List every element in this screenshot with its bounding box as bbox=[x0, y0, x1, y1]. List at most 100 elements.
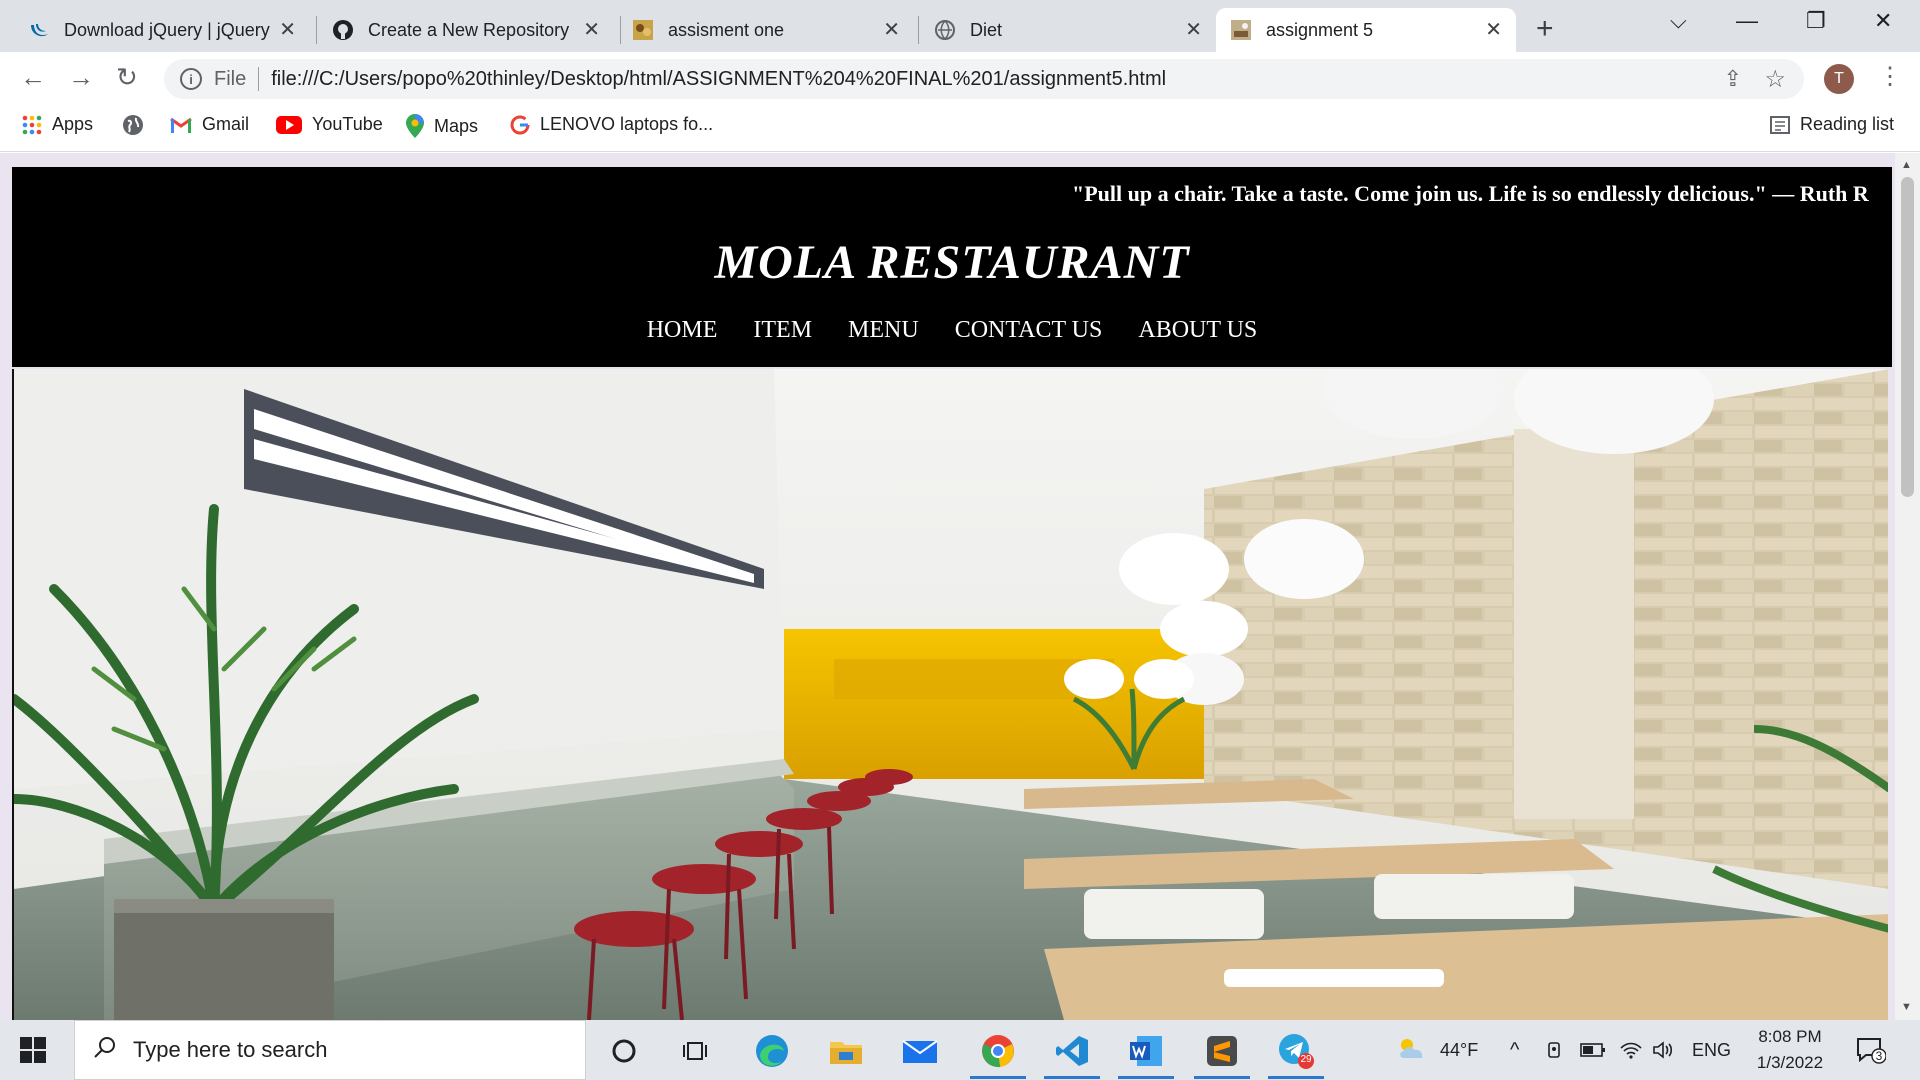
scroll-up-icon[interactable]: ▲ bbox=[1901, 159, 1912, 171]
reload-button[interactable]: ↻ bbox=[116, 62, 138, 93]
site-header: "Pull up a chair. Take a taste. Come joi… bbox=[12, 167, 1892, 367]
back-button[interactable]: ← bbox=[20, 62, 46, 93]
jquery-icon bbox=[28, 19, 50, 41]
edge-icon[interactable] bbox=[752, 1032, 792, 1070]
browser-menu-icon[interactable]: ⋮ bbox=[1878, 62, 1902, 91]
tab-title: assignment 5 bbox=[1266, 19, 1374, 40]
search-icon bbox=[93, 1035, 117, 1065]
profile-avatar[interactable]: T bbox=[1824, 64, 1854, 94]
weather-widget[interactable]: 44°F bbox=[1396, 1020, 1478, 1080]
browser-tab-strip: Download jQuery | jQuery ✕ Create a New … bbox=[0, 0, 1920, 52]
restore-button[interactable]: ❐ bbox=[1806, 8, 1826, 34]
nav-about-us[interactable]: ABOUT US bbox=[1138, 317, 1257, 344]
scrollbar-thumb[interactable] bbox=[1901, 177, 1914, 497]
close-icon[interactable]: ✕ bbox=[583, 19, 600, 41]
active-app-indicator bbox=[1044, 1076, 1100, 1079]
nav-item[interactable]: ITEM bbox=[753, 317, 812, 344]
close-icon[interactable]: ✕ bbox=[1185, 19, 1202, 41]
tab-thumbnail-icon bbox=[632, 19, 654, 41]
mail-icon[interactable] bbox=[900, 1032, 940, 1070]
active-app-indicator bbox=[1118, 1076, 1174, 1079]
share-icon[interactable]: ⇪ bbox=[1724, 66, 1742, 92]
close-icon[interactable]: ✕ bbox=[883, 19, 900, 41]
wifi-icon[interactable] bbox=[1620, 1020, 1642, 1080]
input-language[interactable]: ENG bbox=[1692, 1020, 1731, 1080]
tab-separator bbox=[918, 16, 919, 44]
close-icon[interactable]: ✕ bbox=[279, 19, 296, 41]
volume-icon[interactable] bbox=[1652, 1020, 1674, 1080]
tab-title: Create a New Repository bbox=[368, 19, 570, 40]
tab-assisment-one[interactable]: assisment one ✕ bbox=[618, 8, 914, 52]
new-tab-button[interactable]: + bbox=[1536, 12, 1554, 46]
close-window-button[interactable]: ✕ bbox=[1874, 8, 1892, 34]
sublime-icon[interactable] bbox=[1202, 1032, 1242, 1070]
task-view-icon[interactable] bbox=[676, 1032, 716, 1070]
bookmark-star-icon[interactable]: ☆ bbox=[1764, 65, 1786, 94]
battery-icon[interactable] bbox=[1580, 1020, 1606, 1080]
youtube-icon bbox=[276, 115, 302, 134]
bookmark-apps[interactable]: Apps bbox=[22, 114, 93, 135]
page-scrollbar[interactable]: ▲ ▼ bbox=[1895, 153, 1920, 1020]
bookmark-label: Apps bbox=[52, 114, 94, 134]
telegram-icon[interactable]: 29 bbox=[1276, 1032, 1316, 1070]
google-icon bbox=[510, 114, 530, 135]
notification-count: 3 bbox=[1875, 1049, 1883, 1063]
page-viewport: "Pull up a chair. Take a taste. Come joi… bbox=[0, 153, 1920, 1020]
browser-toolbar: ← → ↻ i File file:///C:/Users/popo%20thi… bbox=[0, 52, 1920, 104]
globe-icon bbox=[934, 19, 956, 41]
nav-home[interactable]: HOME bbox=[647, 317, 718, 344]
site-info-icon[interactable]: i bbox=[180, 68, 202, 90]
bookmark-label: Gmail bbox=[202, 114, 250, 134]
nav-contact-us[interactable]: CONTACT US bbox=[955, 317, 1103, 344]
forward-button[interactable]: → bbox=[68, 62, 94, 93]
tab-github[interactable]: Create a New Repository ✕ bbox=[318, 8, 614, 52]
apps-grid-icon bbox=[22, 115, 42, 135]
bookmark-label: Maps bbox=[434, 115, 479, 136]
vscode-icon[interactable] bbox=[1052, 1032, 1092, 1070]
address-scheme: File bbox=[214, 67, 247, 90]
chrome-icon[interactable] bbox=[978, 1032, 1018, 1070]
hero-image bbox=[12, 369, 1888, 1020]
nav-menu[interactable]: MENU bbox=[848, 317, 919, 344]
address-divider bbox=[258, 67, 260, 91]
tab-jquery[interactable]: Download jQuery | jQuery ✕ bbox=[14, 8, 310, 52]
reading-list-button[interactable]: Reading list bbox=[1770, 114, 1894, 135]
tab-thumbnail-icon bbox=[1230, 19, 1252, 41]
windows-taskbar: Type here to search 29 44°F ^ ENG 8:08 P… bbox=[0, 1020, 1920, 1080]
word-icon[interactable] bbox=[1126, 1032, 1166, 1070]
address-url[interactable]: file:///C:/Users/popo%20thinley/Desktop/… bbox=[271, 68, 1166, 91]
tab-diet[interactable]: Diet ✕ bbox=[920, 8, 1216, 52]
globe-icon bbox=[122, 114, 144, 136]
reading-list-icon bbox=[1770, 115, 1790, 135]
address-bar[interactable]: i File file:///C:/Users/popo%20thinley/D… bbox=[164, 59, 1804, 99]
tab-title: Diet bbox=[970, 19, 1003, 40]
tab-separator bbox=[316, 16, 317, 44]
close-icon[interactable]: ✕ bbox=[1485, 19, 1502, 41]
scroll-down-icon[interactable]: ▼ bbox=[1901, 1001, 1912, 1013]
active-app-indicator bbox=[970, 1076, 1026, 1079]
file-explorer-icon[interactable] bbox=[826, 1032, 866, 1070]
tray-chevron-icon[interactable]: ^ bbox=[1510, 1020, 1519, 1080]
windows-start-icon[interactable] bbox=[20, 1037, 46, 1068]
system-clock[interactable]: 8:08 PM 1/3/2022 bbox=[1740, 1024, 1840, 1076]
minimize-button[interactable]: — bbox=[1736, 8, 1758, 34]
bookmark-youtube[interactable]: YouTube bbox=[276, 114, 383, 135]
tab-search-chevron-icon[interactable]: ⌵ bbox=[1670, 8, 1687, 34]
weather-temp: 44°F bbox=[1440, 1039, 1479, 1060]
bookmark-maps[interactable]: Maps bbox=[406, 114, 478, 138]
bookmark-globe[interactable] bbox=[122, 114, 154, 136]
telegram-badge: 29 bbox=[1300, 1054, 1312, 1065]
taskbar-search[interactable]: Type here to search bbox=[74, 1020, 586, 1080]
tab-title: assisment one bbox=[668, 19, 785, 40]
cortana-icon[interactable] bbox=[604, 1032, 644, 1070]
maps-pin-icon bbox=[406, 114, 424, 138]
bookmark-label: LENOVO laptops fo... bbox=[540, 114, 714, 134]
meet-now-icon[interactable] bbox=[1546, 1020, 1566, 1080]
active-app-indicator bbox=[1194, 1076, 1250, 1079]
tab-assignment-5[interactable]: assignment 5 ✕ bbox=[1216, 8, 1516, 52]
bookmark-lenovo[interactable]: LENOVO laptops fo... bbox=[510, 114, 713, 135]
github-icon bbox=[332, 19, 354, 41]
weather-cloud-icon bbox=[1396, 1036, 1428, 1065]
notification-icon[interactable]: 3 bbox=[1856, 1036, 1887, 1069]
bookmark-gmail[interactable]: Gmail bbox=[170, 114, 249, 135]
